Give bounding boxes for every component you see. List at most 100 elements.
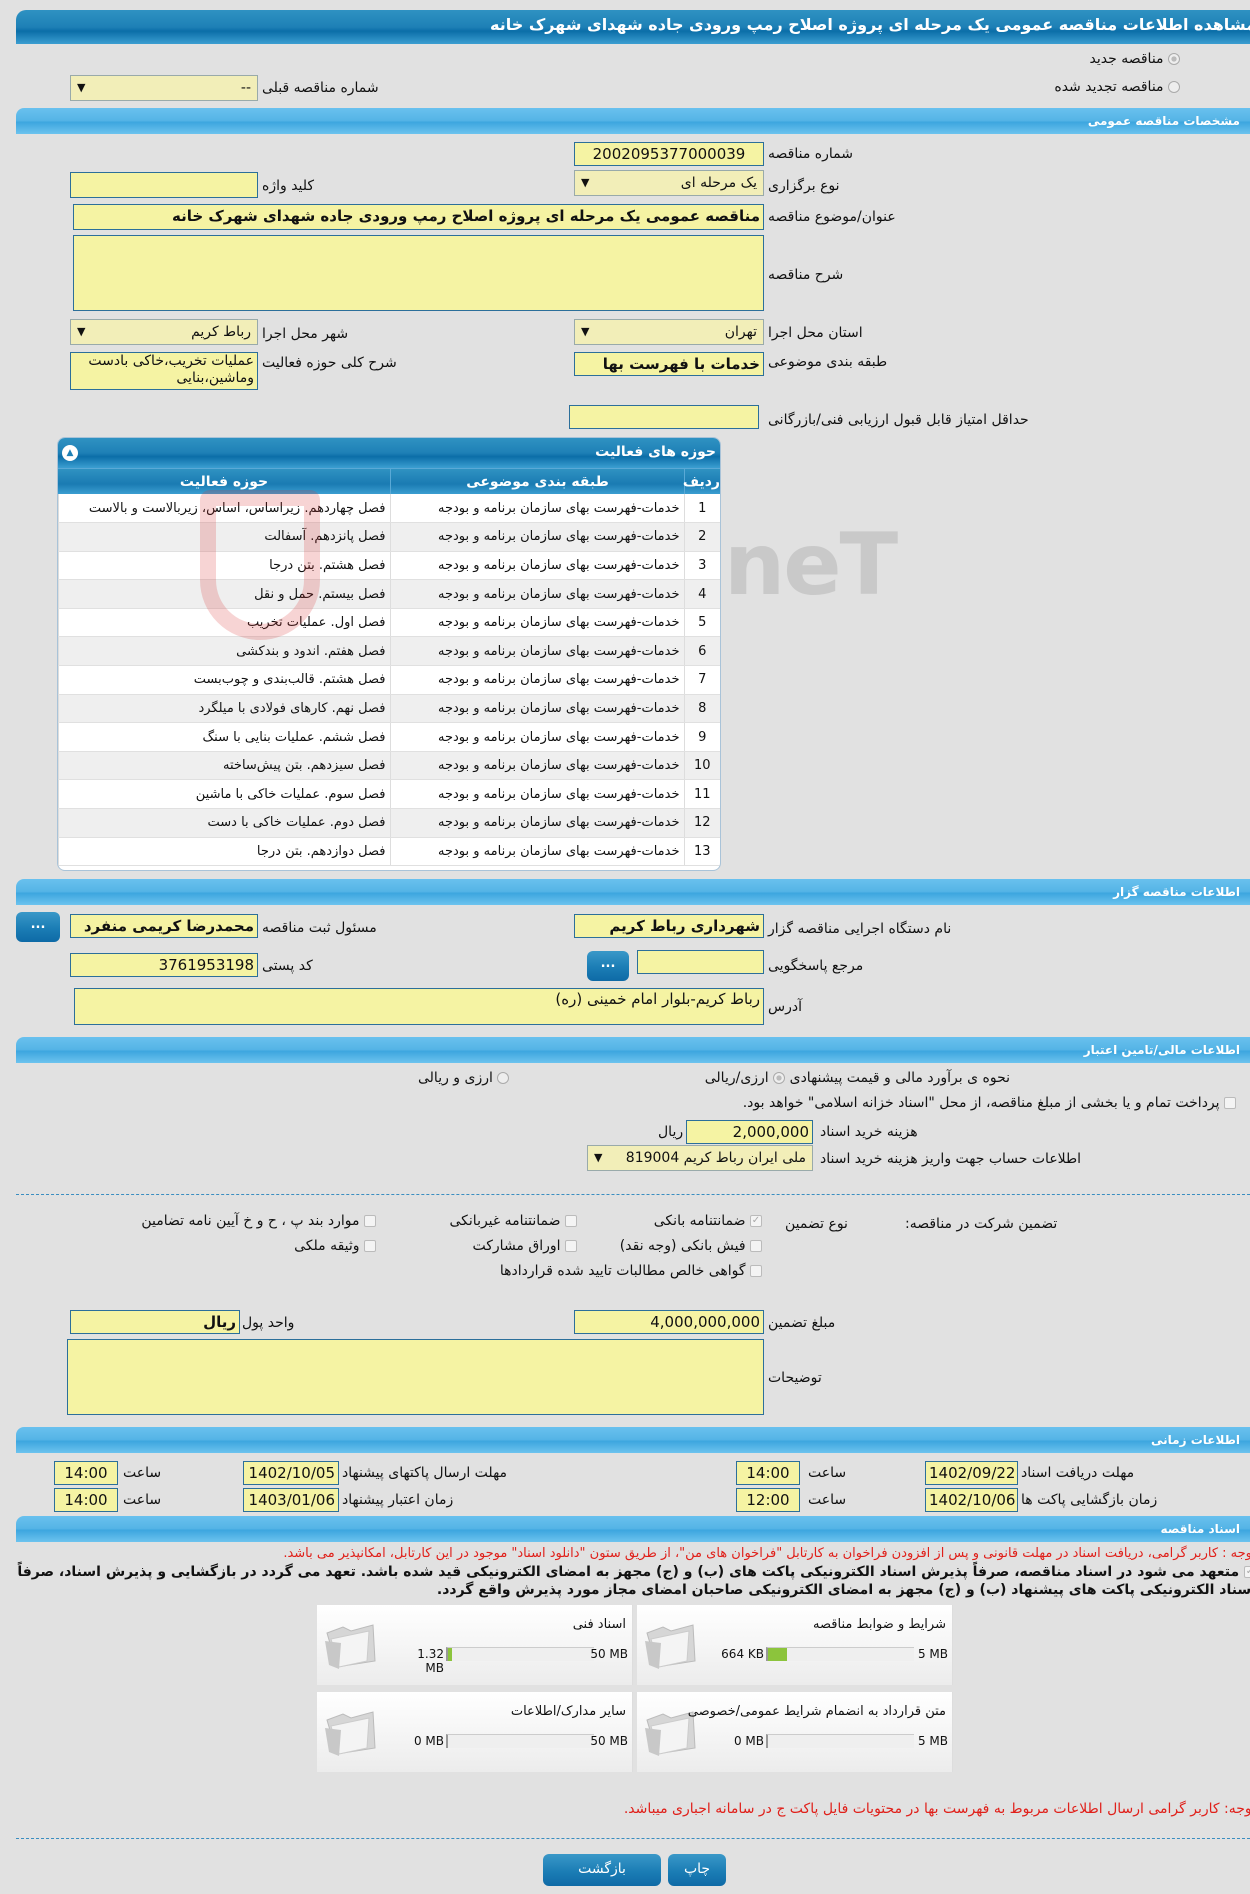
radio-rial-currency[interactable] [773, 1072, 786, 1084]
document-progress-track [766, 1734, 914, 1748]
table-row[interactable]: 6 خدمات-فهرست بهای سازمان برنامه و بودجه ف… [58, 636, 720, 667]
column-header-no[interactable]: ردیف [683, 469, 720, 494]
table-row[interactable]: 1 خدمات-فهرست بهای سازمان برنامه و بودجه ف… [58, 494, 720, 524]
validity-date[interactable]: 1403/01/06 [243, 1488, 339, 1512]
table-row[interactable]: 9 خدمات-فهرست بهای سازمان برنامه و بودجه ف… [58, 722, 720, 752]
guarantee-cash-checkbox[interactable] [750, 1240, 762, 1252]
postal-code-field[interactable]: 3761953198 [70, 953, 258, 977]
guarantee-bank-checkbox[interactable]: ✓ [750, 1215, 762, 1227]
radio-renewed-tender-label: مناقصه تجدید شده [1054, 79, 1164, 95]
table-row[interactable]: 3 خدمات-فهرست بهای سازمان برنامه و بودجه ف… [58, 551, 720, 581]
previous-number-label: شماره مناقصه قبلی [262, 80, 379, 96]
registrar-field[interactable]: محمدرضا کریمی منفرد [70, 914, 258, 938]
table-row[interactable]: 12 خدمات-فهرست بهای سازمان برنامه و بودجه… [58, 808, 720, 838]
folder-icon [325, 1624, 376, 1669]
reference-lookup-button[interactable]: ... [587, 951, 629, 981]
submit-deadline-date[interactable]: 1402/10/05 [243, 1461, 339, 1485]
opening-date[interactable]: 1402/10/06 [925, 1488, 1018, 1512]
guarantee-amount-field[interactable]: 4,000,000,000 [574, 1310, 764, 1334]
guarantee-option-property[interactable]: وثیقه ملکی [294, 1238, 376, 1254]
collapse-icon[interactable]: ▲ [62, 445, 78, 461]
guarantee-option-clauses[interactable]: موارد بند پ ، ح و خ آیین نامه تضامین [141, 1213, 376, 1229]
submit-deadline-time[interactable]: 14:00 [54, 1461, 118, 1485]
row-activity: فصل چهاردهم. زیراساس، اساس، زیربالاست و … [58, 494, 390, 524]
document-card[interactable]: سایر مدارک/اطلاعات 0 MB 50 MB [317, 1692, 633, 1772]
radio-renewed-tender[interactable]: مناقصه تجدید شده [1054, 79, 1180, 95]
guarantee-bonds-checkbox[interactable] [565, 1240, 577, 1252]
doc-fee-field[interactable]: 2,000,000 [686, 1120, 813, 1144]
guarantee-notes-field[interactable] [67, 1339, 764, 1415]
guarantee-clauses-checkbox[interactable] [364, 1215, 376, 1227]
province-value: تهران [724, 324, 757, 340]
row-number: 4 [683, 579, 720, 609]
table-row[interactable]: 11 خدمات-فهرست بهای سازمان برنامه و بودجه… [58, 779, 720, 810]
guarantee-property-checkbox[interactable] [364, 1240, 376, 1252]
guarantee-option-bonds[interactable]: اوراق مشارکت [473, 1238, 577, 1254]
column-header-category[interactable]: طبقه بندی موضوعی [390, 469, 684, 494]
reference-field[interactable] [637, 950, 764, 974]
doc-deadline-date[interactable]: 1402/09/22 [925, 1461, 1018, 1485]
opening-time[interactable]: 12:00 [736, 1488, 800, 1512]
address-field[interactable]: رباط کریم-بلوار امام خمینی (ره) [74, 988, 764, 1025]
province-select[interactable]: تهران ▼ [574, 319, 764, 345]
table-row[interactable]: 5 خدمات-فهرست بهای سازمان برنامه و بودجه ف… [58, 608, 720, 638]
section-organizer-title: اطلاعات مناقصه گزار [1113, 885, 1240, 899]
table-row[interactable]: 10 خدمات-فهرست بهای سازمان برنامه و بودجه… [58, 751, 720, 781]
treasury-bonds-label: پرداخت تمام و یا بخشی از مبلغ مناقصه، از… [742, 1095, 1220, 1111]
row-number: 1 [683, 494, 720, 524]
previous-number-select[interactable]: -- ▼ [70, 75, 258, 101]
estimate-label: نحوه ی برآورد مالی و قیمت پیشنهادی [789, 1070, 1010, 1086]
table-row[interactable]: 4 خدمات-فهرست بهای سازمان برنامه و بودجه ف… [58, 579, 720, 609]
document-size-bar: 1.32 MB 50 MB [398, 1647, 628, 1675]
treasury-bonds-option[interactable]: پرداخت تمام و یا بخشی از مبلغ مناقصه، از… [743, 1095, 1236, 1111]
keyword-field[interactable] [70, 172, 258, 198]
registrar-lookup-button[interactable]: ... [16, 912, 60, 942]
description-label: شرح مناقصه [768, 267, 844, 283]
document-card[interactable]: متن قرارداد به انضمام شرایط عمومی/خصوصی 0… [637, 1692, 953, 1772]
document-card[interactable]: اسناد فنی 1.32 MB 50 MB [317, 1605, 633, 1685]
row-number: 7 [683, 665, 720, 695]
city-select[interactable]: رباط کریم ▼ [70, 319, 258, 345]
holding-type-select[interactable]: یک مرحله ای ▼ [574, 170, 764, 196]
guarantee-notes-label: توضیحات [768, 1370, 822, 1386]
radio-renewed-tender-input[interactable] [1168, 81, 1180, 93]
commitment-checkbox[interactable]: ✓ [1244, 1566, 1250, 1578]
guarantee-claims-checkbox[interactable] [750, 1265, 762, 1277]
table-row[interactable]: 7 خدمات-فهرست بهای سازمان برنامه و بودجه ف… [58, 665, 720, 695]
document-card[interactable]: شرایط و ضوابط مناقصه 664 KB 5 MB [637, 1605, 953, 1685]
validity-time[interactable]: 14:00 [54, 1488, 118, 1512]
category-field[interactable]: خدمات با فهرست بها [574, 352, 764, 376]
document-progress-fill [768, 1648, 787, 1661]
org-name-field[interactable]: شهرداری رباط کریم [574, 914, 764, 938]
guarantee-option-cash[interactable]: فیش بانکی (وجه نقد) [620, 1238, 762, 1254]
guarantee-option-nonbank[interactable]: ضمانتنامه غیربانکی [450, 1213, 577, 1229]
doc-deadline-time[interactable]: 14:00 [736, 1461, 800, 1485]
tender-number-field[interactable]: 2002095377000039 [574, 142, 764, 166]
column-header-activity[interactable]: حوزه فعالیت [58, 469, 390, 494]
min-score-field[interactable] [569, 405, 759, 429]
tender-number-label: شماره مناقصه [768, 146, 853, 162]
subject-field[interactable]: مناقصه عمومی یک مرحله ای پروژه اصلاح رمپ… [73, 204, 764, 230]
radio-rial-and-currency[interactable]: ارزی و ریالی [418, 1070, 510, 1086]
submit-deadline-label: مهلت ارسال پاکتهای پیشنهاد [342, 1465, 508, 1481]
table-row[interactable]: 2 خدمات-فهرست بهای سازمان برنامه و بودجه ف… [58, 522, 720, 552]
radio-rial-and-currency-input[interactable] [497, 1072, 510, 1084]
row-activity: فصل هفتم. اندود و بندکشی [58, 636, 390, 667]
currency-field[interactable]: ریال [70, 1310, 240, 1334]
guarantee-option-bank[interactable]: ✓ ضمانتنامه بانکی [654, 1213, 762, 1229]
guarantee-nonbank-checkbox[interactable] [565, 1215, 577, 1227]
radio-new-tender-input[interactable] [1168, 53, 1180, 65]
print-button[interactable]: چاپ [668, 1854, 726, 1886]
activity-desc-field[interactable]: عملیات تخریب،خاکی بادست وماشین،بنایی [70, 352, 258, 390]
guarantee-option-claims[interactable]: گواهی خالص مطالبات تایید شده قراردادها [500, 1263, 762, 1279]
description-field[interactable] [73, 235, 764, 311]
radio-new-tender[interactable]: مناقصه جدید [1090, 51, 1180, 67]
table-row[interactable]: 8 خدمات-فهرست بهای سازمان برنامه و بودجه ف… [58, 694, 720, 724]
commitment: ✓ متعهد می شود در اسناد مناقصه، صرفاً پذ… [1, 1563, 1250, 1599]
account-select[interactable]: ملی ایران رباط کریم 819004 ▼ [587, 1145, 813, 1171]
back-button[interactable]: بازگشت [543, 1854, 661, 1886]
table-row[interactable]: 13 خدمات-فهرست بهای سازمان برنامه و بودجه… [58, 837, 720, 867]
row-activity: فصل نهم. کارهای فولادی با میلگرد [58, 694, 390, 724]
row-activity: فصل اول. عملیات تخریب [58, 608, 390, 638]
treasury-bonds-checkbox[interactable] [1224, 1097, 1236, 1109]
